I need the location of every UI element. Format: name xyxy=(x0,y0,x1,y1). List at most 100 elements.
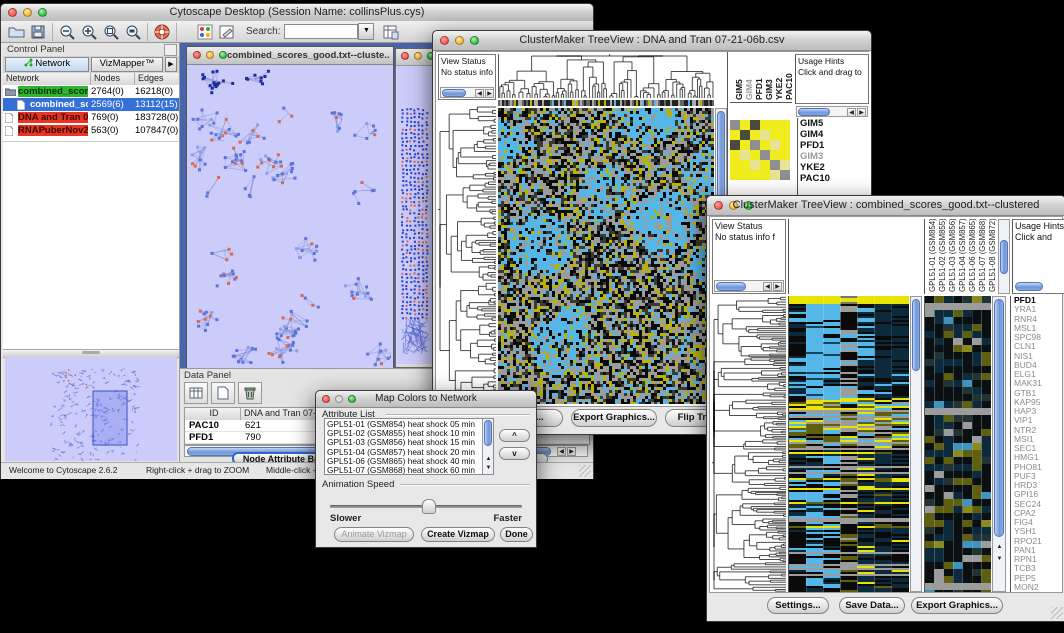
scroll-up-icon[interactable]: ▲ xyxy=(995,543,1004,552)
network-overview-canvas[interactable] xyxy=(5,357,177,461)
data-col-id[interactable]: ID xyxy=(185,408,241,420)
scroll-left-icon[interactable]: ◀ xyxy=(557,447,566,456)
gene-label[interactable]: MSL1 xyxy=(1014,324,1064,333)
tab-network[interactable]: Network xyxy=(5,57,89,72)
settings-button[interactable]: Settings... xyxy=(767,597,829,614)
col-header-network[interactable]: Network xyxy=(3,73,91,85)
gene-label[interactable]: CLN1 xyxy=(1014,342,1064,351)
attribute-item[interactable]: GPL51-07 (GSM868) heat shock 60 min xyxy=(327,466,481,475)
gene-label[interactable]: SPC98 xyxy=(1014,333,1064,342)
treeview2-row-dendrogram[interactable] xyxy=(712,296,786,592)
zoom-heatmap-vscrollbar[interactable]: ▲ ▼ xyxy=(992,296,1006,592)
gene-label[interactable]: TCB3 xyxy=(1014,564,1064,573)
gene-label[interactable]: MON2 xyxy=(1014,583,1064,592)
gene-label[interactable]: PHO81 xyxy=(1014,463,1064,472)
gene-label[interactable]: ELG1 xyxy=(1014,370,1064,379)
dialog-titlebar[interactable]: Map Colors to Network xyxy=(316,391,536,408)
gene-label[interactable]: MAK31 xyxy=(1014,379,1064,388)
done-button[interactable]: Done xyxy=(500,527,533,542)
cytoscape-titlebar[interactable]: Cytoscape Desktop (Session Name: collins… xyxy=(1,4,593,22)
new-attribute-icon[interactable] xyxy=(211,382,235,404)
annotation-icon[interactable] xyxy=(216,22,238,42)
gene-label[interactable]: PUF3 xyxy=(1014,472,1064,481)
scroll-right-icon[interactable]: ▶ xyxy=(857,108,866,117)
resize-grip[interactable] xyxy=(1051,607,1063,619)
scroll-left-icon[interactable]: ◀ xyxy=(475,89,484,98)
gene-label[interactable]: CPA2 xyxy=(1014,509,1064,518)
network-row[interactable]: RNAPuberNov2+563(0)107847(0) xyxy=(3,124,179,137)
view-status-hscrollbar[interactable]: ◀ ▶ xyxy=(440,87,494,98)
gene-label[interactable]: PAN1 xyxy=(1014,546,1064,555)
attribute-item[interactable]: GPL51-02 (GSM855) heat shock 10 min xyxy=(327,429,481,438)
gene-label[interactable]: HRD3 xyxy=(1014,481,1064,490)
scroll-down-icon[interactable]: ▼ xyxy=(484,464,493,473)
scroll-right-icon[interactable]: ▶ xyxy=(567,447,576,456)
treeview1-column-dendrogram[interactable] xyxy=(498,54,715,98)
slider-thumb[interactable] xyxy=(422,499,436,514)
treeview1-row-dendrogram[interactable] xyxy=(438,105,496,404)
vizmapper-nodes-icon[interactable] xyxy=(194,22,216,42)
gene-label[interactable]: SEC1 xyxy=(1014,444,1064,453)
attribute-item[interactable]: GPL51-03 (GSM856) heat shock 15 min xyxy=(327,438,481,447)
col-header-edges[interactable]: Edges xyxy=(135,73,179,85)
attribute-select-icon[interactable] xyxy=(184,382,208,404)
gene-label[interactable]: RNR4 xyxy=(1014,315,1064,324)
close-button[interactable] xyxy=(193,51,201,59)
treeview2-titlebar[interactable]: ClusterMaker TreeView : combined_scores_… xyxy=(707,196,1064,216)
gene-label[interactable]: SEC24 xyxy=(1014,500,1064,509)
gene-label[interactable]: RPN1 xyxy=(1014,555,1064,564)
gene-label[interactable]: PFD1 xyxy=(1014,296,1064,305)
move-up-button[interactable]: ^ xyxy=(499,429,530,442)
create-vizmap-button[interactable]: Create Vizmap xyxy=(421,527,495,542)
zoom-fit-icon[interactable] xyxy=(122,22,144,42)
gene-label[interactable]: HMG1 xyxy=(1014,453,1064,462)
gene-label[interactable]: PEP5 xyxy=(1014,574,1064,583)
treeview1-heatmap[interactable] xyxy=(498,108,714,404)
gene-label[interactable]: VIP1 xyxy=(1014,416,1064,425)
gene-label[interactable]: RPO21 xyxy=(1014,537,1064,546)
delete-attribute-icon[interactable] xyxy=(238,382,262,404)
vscroll-thumb[interactable] xyxy=(912,299,920,371)
help-lifering-icon[interactable] xyxy=(151,22,173,42)
treeview1-titlebar[interactable]: ClusterMaker TreeView : DNA and Tran 07-… xyxy=(433,31,871,51)
treeview2-zoom-heatmap[interactable] xyxy=(924,296,991,592)
network-canvas[interactable] xyxy=(187,65,391,368)
treeview2-heatmap[interactable] xyxy=(788,296,909,592)
usage-hints-scroll-thumb[interactable] xyxy=(1015,282,1043,291)
attribute-table-icon[interactable] xyxy=(380,22,402,42)
save-icon[interactable] xyxy=(27,22,49,42)
minimize-button[interactable] xyxy=(206,51,214,59)
float-panel-icon[interactable] xyxy=(164,44,177,56)
tab-overflow-arrow[interactable]: ▶ xyxy=(165,57,177,72)
col-header-nodes[interactable]: Nodes xyxy=(91,73,135,85)
attribute-list[interactable]: GPL51-01 (GSM854) heat shock 05 minGPL51… xyxy=(324,418,494,475)
treeview2-gene-list[interactable]: PFD1YRA1RNR4MSL1SPC98CLN1NIS1BUD4ELG1MAK… xyxy=(1010,296,1064,592)
attribute-item[interactable]: GPL51-01 (GSM854) heat shock 05 min xyxy=(327,420,481,429)
gene-label[interactable]: FIG4 xyxy=(1014,518,1064,527)
gene-label[interactable]: NTR2 xyxy=(1014,426,1064,435)
animation-speed-slider[interactable] xyxy=(330,499,522,513)
column-labels-vscrollbar[interactable] xyxy=(998,219,1010,294)
zoom-in-icon[interactable] xyxy=(78,22,100,42)
gene-label[interactable]: PFD1 xyxy=(800,140,872,151)
network-row[interactable]: DNA and Tran 07769(0)183728(0) xyxy=(3,111,179,124)
attribute-item[interactable]: GPL51-06 (GSM865) heat shock 40 min xyxy=(327,457,481,466)
zoom-out-icon[interactable] xyxy=(56,22,78,42)
usage-hints-hscrollbar[interactable]: ◀ ▶ xyxy=(796,106,868,117)
save-data-button[interactable]: Save Data... xyxy=(839,597,905,614)
network-row[interactable]: combined_scores2764(0)16218(0) xyxy=(3,85,179,98)
gene-label[interactable]: YRA1 xyxy=(1014,305,1064,314)
export-graphics-button[interactable]: Export Graphics... xyxy=(911,597,1003,614)
gene-label[interactable]: GPI16 xyxy=(1014,490,1064,499)
network-view-window-1[interactable]: combined_scores_good.txt--cluste... xyxy=(186,46,394,368)
gene-label[interactable]: MSI1 xyxy=(1014,435,1064,444)
scroll-up-icon[interactable]: ▲ xyxy=(484,455,493,464)
gene-label[interactable]: KAP95 xyxy=(1014,398,1064,407)
treeview1-mini-heatmap[interactable] xyxy=(730,120,790,180)
zoom-button[interactable] xyxy=(219,51,227,59)
treeview2-vscrollbar[interactable] xyxy=(910,296,922,592)
gene-label[interactable]: BUD4 xyxy=(1014,361,1064,370)
move-down-button[interactable]: v xyxy=(499,447,530,460)
vscroll-thumb[interactable] xyxy=(994,299,1004,537)
open-folder-icon[interactable] xyxy=(5,22,27,42)
